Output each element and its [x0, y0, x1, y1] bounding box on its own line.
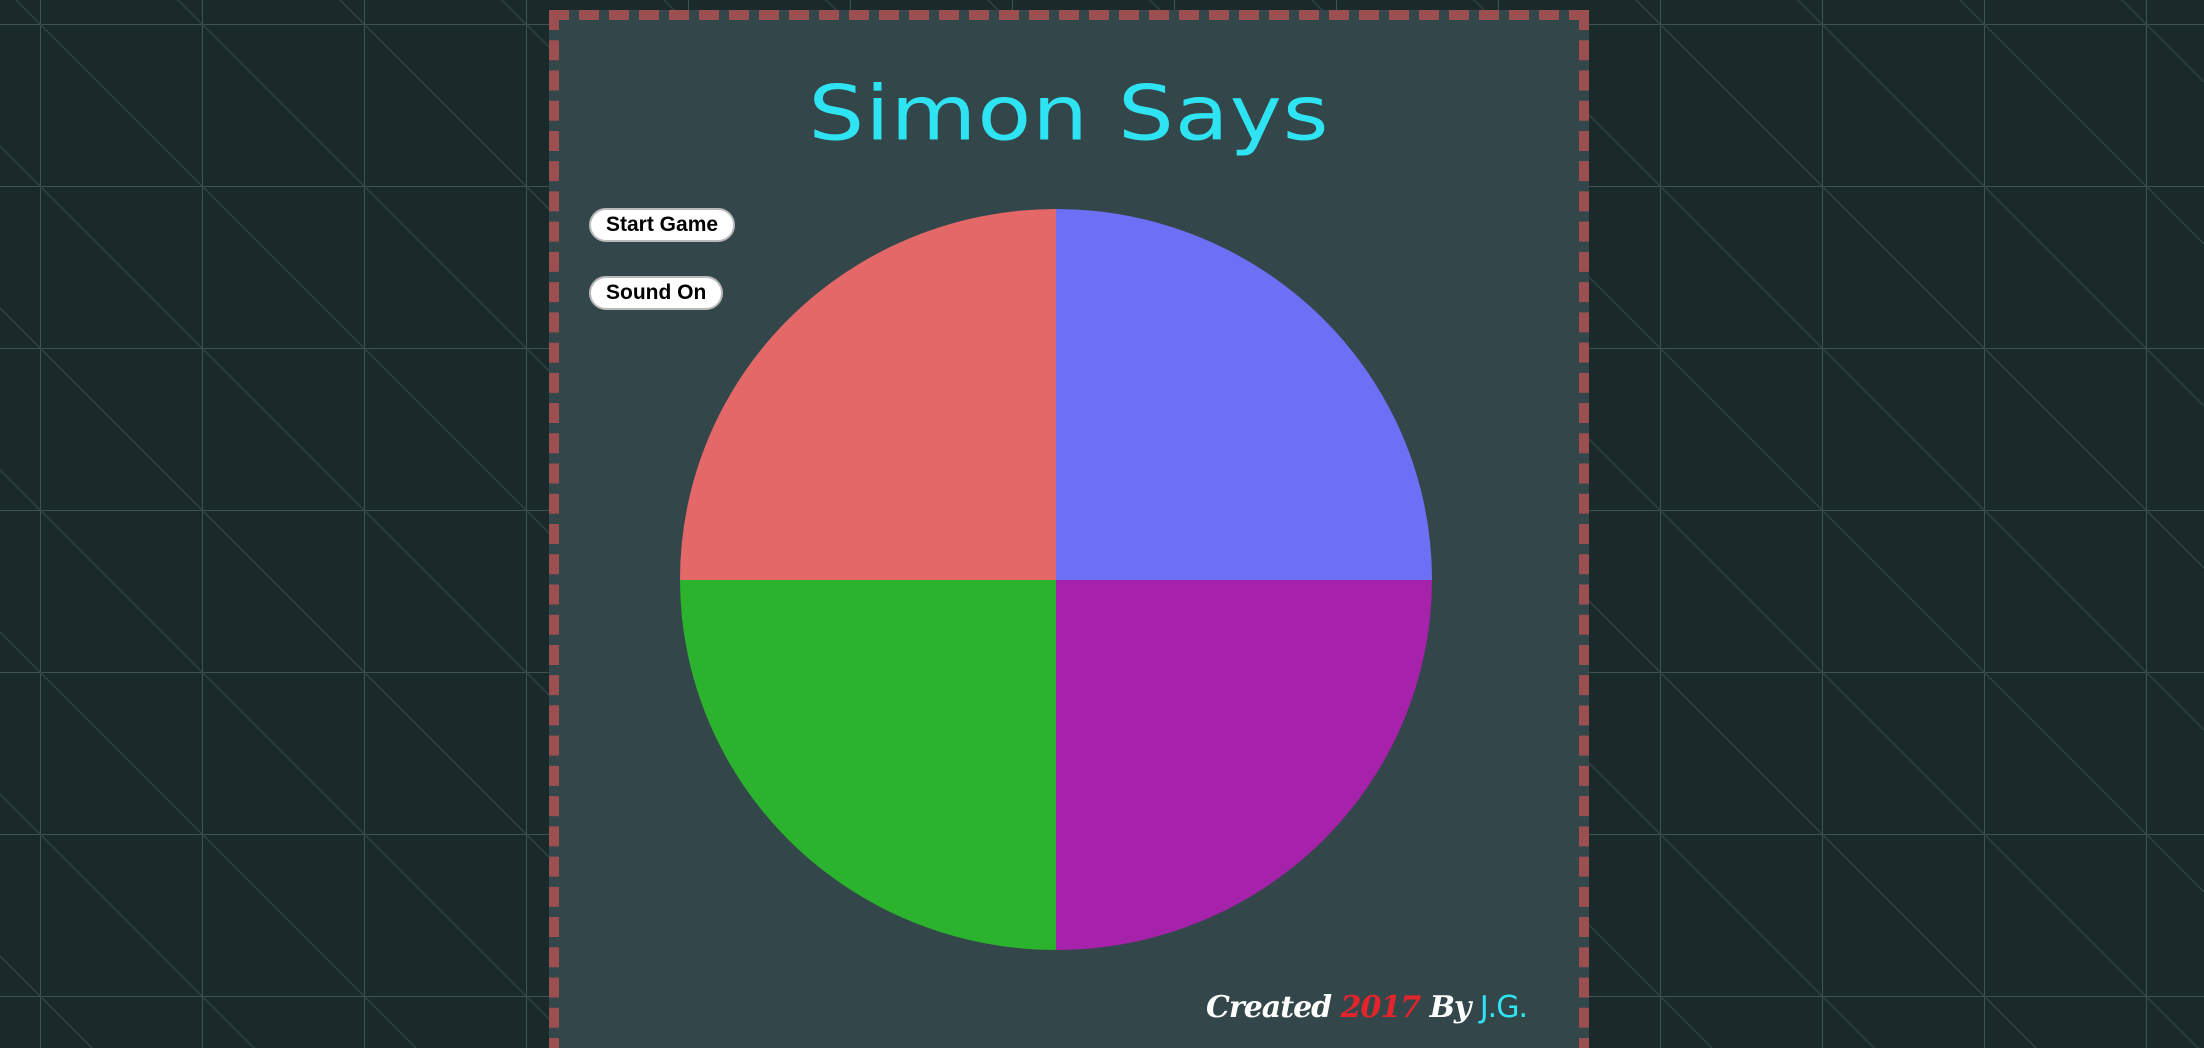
- green-pad[interactable]: [680, 579, 1056, 950]
- credits-line: Created 2017 By J.G.: [1206, 990, 1528, 1025]
- credits-created: Created: [1206, 990, 1332, 1025]
- game-title: Simon Says: [808, 69, 1330, 158]
- credits-year: 2017: [1340, 990, 1421, 1025]
- credits-by: By: [1429, 990, 1472, 1025]
- simon-board: [680, 209, 1432, 950]
- blue-pad[interactable]: [1056, 209, 1432, 580]
- purple-pad[interactable]: [1056, 579, 1432, 950]
- red-pad[interactable]: [680, 209, 1056, 580]
- credits-author: J.G.: [1479, 990, 1528, 1025]
- game-panel: Simon Says Start Game Sound On Created 2…: [549, 10, 1589, 1048]
